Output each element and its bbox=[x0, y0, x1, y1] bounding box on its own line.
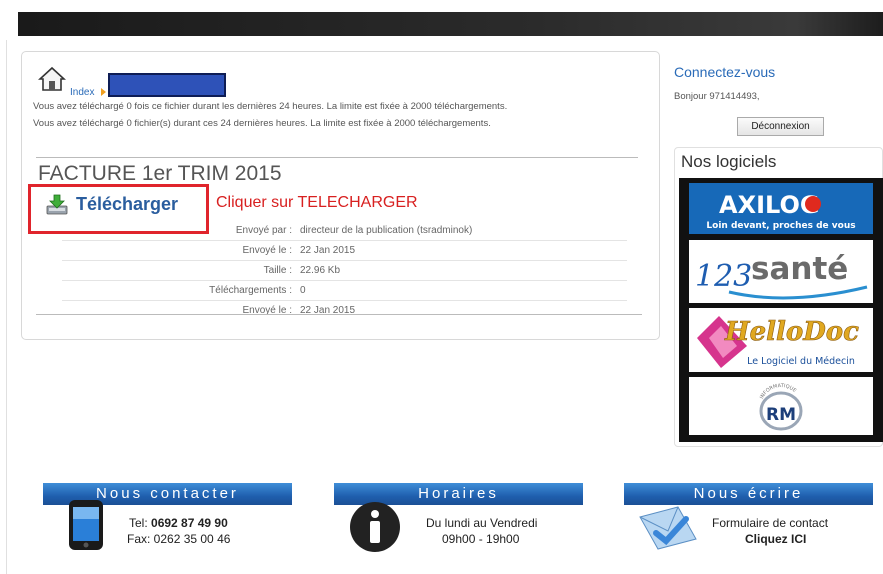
123-sante-logo-graphic: 123 santé bbox=[695, 251, 868, 300]
meta-row-sender: Envoyé par : directeur de la publication… bbox=[62, 221, 627, 241]
software-panel-title: Nos logiciels bbox=[681, 152, 777, 171]
meta-row-date: Envoyé le : 22 Jan 2015 bbox=[62, 241, 627, 261]
footer-hours: Horaires Du lundi au Vendredi 09h00 - 19… bbox=[334, 483, 583, 558]
meta-value: 0 bbox=[300, 285, 306, 296]
meta-value: 22 Jan 2015 bbox=[300, 245, 356, 256]
footer-fax: Fax: 0262 35 00 46 bbox=[127, 532, 231, 546]
hellodoc-logo[interactable]: HelloDoc Le Logiciel du Médecin bbox=[689, 308, 873, 372]
rm-informatique-logo[interactable]: INFORMATIQUE RM bbox=[689, 377, 873, 435]
footer-click-here-link[interactable]: Cliquez ICI bbox=[745, 532, 806, 546]
sante-name: santé bbox=[751, 251, 848, 287]
footer-hours-times: 09h00 - 19h00 bbox=[442, 532, 520, 546]
hellodoc-logo-graphic: HelloDoc Le Logiciel du Médecin bbox=[697, 316, 859, 368]
footer-contact-form: Formulaire de contact bbox=[712, 516, 829, 530]
axilog-name: AXILOG bbox=[719, 191, 820, 219]
breadcrumb-index-link[interactable]: Index bbox=[70, 87, 94, 98]
meta-row-date-2: Envoyé le : 22 Jan 2015 bbox=[62, 301, 627, 321]
file-meta-table: Envoyé par : directeur de la publication… bbox=[62, 221, 627, 321]
download-icon bbox=[46, 194, 68, 215]
info-icon bbox=[350, 502, 400, 552]
footer-phone-prefix: Tel: bbox=[129, 516, 152, 530]
123-sante-logo[interactable]: 123 santé bbox=[689, 240, 873, 303]
rm-logo-graphic: INFORMATIQUE RM bbox=[759, 383, 803, 431]
meta-key: Téléchargements : bbox=[209, 285, 292, 296]
phone-icon bbox=[69, 500, 103, 550]
footer-phone-number: 0692 87 49 90 bbox=[151, 516, 228, 530]
meta-value: directeur de la publication (tsradminok) bbox=[300, 225, 473, 236]
download-limit-file-info: Vous avez téléchargé 0 fois ce fichier d… bbox=[33, 101, 508, 112]
sante-digits: 123 bbox=[695, 259, 752, 294]
download-instruction-annotation: Cliquer sur TELECHARGER bbox=[216, 194, 418, 211]
meta-row-downloads: Téléchargements : 0 bbox=[62, 281, 627, 301]
download-limit-total-info: Vous avez téléchargé 0 fichier(s) durant… bbox=[33, 118, 491, 129]
home-icon[interactable] bbox=[38, 66, 66, 92]
logout-button[interactable]: Déconnexion bbox=[737, 117, 824, 136]
axilog-logo[interactable]: AXILOG Loin devant, proches de vous bbox=[689, 183, 873, 234]
table-bottom-divider bbox=[36, 314, 642, 315]
meta-key: Envoyé le : bbox=[242, 245, 292, 256]
meta-row-size: Taille : 22.96 Kb bbox=[62, 261, 627, 281]
axilog-tagline: Loin devant, proches de vous bbox=[706, 221, 855, 231]
envelope-check-icon bbox=[639, 506, 697, 550]
download-button[interactable]: Télécharger bbox=[46, 193, 178, 215]
hellodoc-tagline: Le Logiciel du Médecin bbox=[747, 356, 855, 367]
hellodoc-name: HelloDoc bbox=[724, 317, 859, 347]
top-header-bar bbox=[18, 12, 883, 36]
download-label[interactable]: Télécharger bbox=[76, 194, 178, 215]
footer-write: Nous écrire Formulaire de contact Clique… bbox=[624, 483, 873, 558]
footer-phone: Tel: 0692 87 49 90 bbox=[129, 516, 228, 530]
user-greeting: Bonjour 971414493, bbox=[674, 91, 760, 102]
meta-key: Envoyé par : bbox=[235, 225, 292, 236]
title-divider bbox=[36, 157, 638, 158]
meta-value: 22.96 Kb bbox=[300, 265, 341, 276]
redacted-breadcrumb-item bbox=[108, 73, 226, 97]
footer-hours-days: Du lundi au Vendredi bbox=[426, 516, 538, 530]
footer-contact: Nous contacter Tel: 0692 87 49 90 Fax: 0… bbox=[43, 483, 292, 558]
page-left-border bbox=[6, 40, 7, 574]
axilog-logo-graphic: AXILOG Loin devant, proches de vous bbox=[706, 191, 855, 231]
meta-key: Taille : bbox=[263, 265, 292, 276]
rm-name: RM bbox=[766, 405, 796, 425]
file-title: FACTURE 1er TRIM 2015 bbox=[38, 162, 282, 185]
login-title: Connectez-vous bbox=[674, 64, 776, 80]
footer-write-title: Nous écrire bbox=[624, 483, 873, 505]
breadcrumb-arrow-icon bbox=[101, 88, 106, 96]
